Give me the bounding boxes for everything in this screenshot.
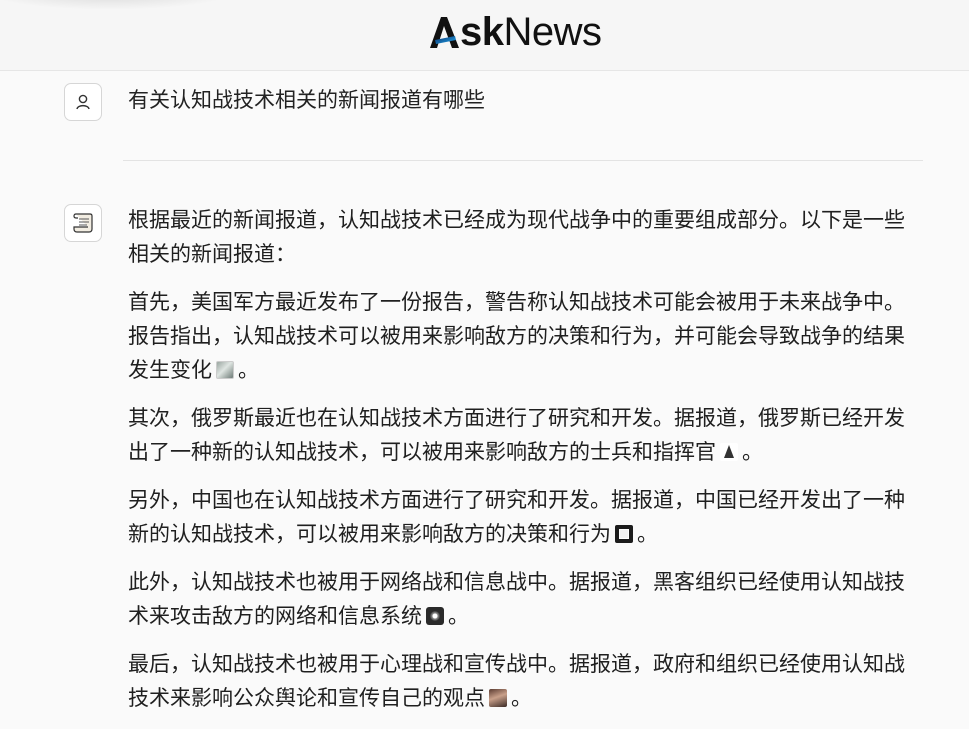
source-thumbnail-icon[interactable] xyxy=(426,607,444,625)
source-thumbnail-icon[interactable] xyxy=(615,525,633,543)
user-avatar xyxy=(64,83,102,121)
answer-paragraph: 此外，认知战技术也被用于网络战和信息战中。据报道，黑客组织已经使用认知战技术来攻… xyxy=(128,565,920,633)
logo-wordmark-bold: sk xyxy=(460,10,504,54)
logo-wordmark: skNews xyxy=(460,8,602,56)
assistant-answer: 根据最近的新闻报道，认知战技术已经成为现代战争中的重要组成部分。以下是一些相关的… xyxy=(128,203,920,729)
app-header: skNews xyxy=(0,0,969,71)
answer-text: 另外，中国也在认知战技术方面进行了研究和开发。据报道，中国已经开发出了一种新的认… xyxy=(128,488,905,546)
source-thumbnail-icon[interactable] xyxy=(216,361,234,379)
assistant-avatar xyxy=(64,204,102,242)
answer-text: 根据最近的新闻报道，认知战技术已经成为现代战争中的重要组成部分。以下是一些相关的… xyxy=(128,208,905,266)
asknews-logo[interactable]: skNews xyxy=(429,8,602,56)
answer-paragraph: 最后，认知战技术也被用于心理战和宣传战中。据报道，政府和组织已经使用认知战技术来… xyxy=(128,647,920,715)
header-shadow xyxy=(0,0,240,10)
answer-paragraph: 其次，俄罗斯最近也在认知战技术方面进行了研究和开发。据报道，俄罗斯已经开发出了一… xyxy=(128,401,920,469)
scroll-icon xyxy=(73,213,93,233)
logo-wordmark-regular: News xyxy=(503,10,603,54)
message-divider xyxy=(123,160,923,161)
user-icon xyxy=(76,94,90,110)
answer-paragraph: 根据最近的新闻报道，认知战技术已经成为现代战争中的重要组成部分。以下是一些相关的… xyxy=(128,203,920,271)
sentence-end: 。 xyxy=(637,522,658,546)
sentence-end: 。 xyxy=(448,604,469,628)
answer-paragraph: 另外，中国也在认知战技术方面进行了研究和开发。据报道，中国已经开发出了一种新的认… xyxy=(128,483,920,551)
sentence-end: 。 xyxy=(238,358,259,382)
logo-a-icon xyxy=(430,17,459,48)
source-thumbnail-icon[interactable] xyxy=(720,443,738,461)
sentence-end: 。 xyxy=(742,440,763,464)
user-question: 有关认知战技术相关的新闻报道有哪些 xyxy=(128,88,485,112)
answer-text: 此外，认知战技术也被用于网络战和信息战中。据报道，黑客组织已经使用认知战技术来攻… xyxy=(128,570,905,628)
sentence-end: 。 xyxy=(511,686,532,710)
source-thumbnail-icon[interactable] xyxy=(489,689,507,707)
answer-text: 其次，俄罗斯最近也在认知战技术方面进行了研究和开发。据报道，俄罗斯已经开发出了一… xyxy=(128,406,905,464)
answer-paragraph: 首先，美国军方最近发布了一份报告，警告称认知战技术可能会被用于未来战争中。报告指… xyxy=(128,285,920,387)
